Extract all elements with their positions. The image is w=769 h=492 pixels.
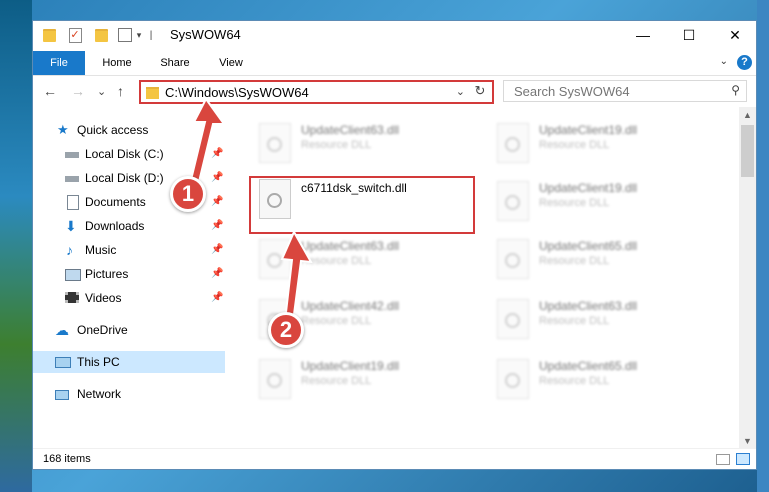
tab-view[interactable]: View	[205, 51, 257, 75]
network-icon	[55, 390, 69, 400]
new-folder-icon[interactable]	[93, 27, 109, 43]
window-title: SysWOW64	[170, 27, 241, 42]
item-count: 168 items	[43, 453, 91, 465]
drive-icon	[65, 176, 79, 182]
desktop-background-left	[0, 0, 32, 492]
back-button[interactable]: ←	[43, 83, 57, 99]
address-folder-icon	[146, 87, 159, 99]
large-icons-view-icon[interactable]	[736, 453, 750, 465]
navigation-bar: ← → ⌄ ↑ C:\Windows\SysWOW64 ⌄ ↻ ⚲	[33, 77, 756, 107]
ribbon-tabs: File Home Share View ⌄ ?	[33, 51, 756, 76]
step-1-badge: 1	[170, 176, 206, 212]
pin-icon[interactable]: 📌	[211, 143, 223, 165]
folder-icon[interactable]	[41, 27, 57, 43]
sidebar-item-local-disk-c[interactable]: Local Disk (C:) 📌	[33, 143, 225, 165]
videos-icon	[65, 292, 79, 303]
vertical-scrollbar[interactable]: ▲ ▼	[739, 107, 756, 449]
scroll-thumb[interactable]	[741, 125, 754, 177]
list-item[interactable]: UpdateClient63.dll Resource DLL	[251, 233, 481, 285]
properties-check-icon[interactable]: ✓	[67, 27, 83, 43]
list-item[interactable]: UpdateClient19.dll Resource DLL	[489, 117, 719, 169]
status-bar: 168 items	[33, 448, 756, 469]
pin-icon[interactable]: 📌	[211, 287, 223, 309]
file-highlight-box	[249, 176, 475, 234]
scroll-down-icon[interactable]: ▼	[743, 436, 752, 446]
address-bar[interactable]: C:\Windows\SysWOW64 ⌄ ↻	[139, 80, 494, 104]
drive-icon	[65, 152, 79, 158]
star-icon: ★	[57, 122, 69, 137]
pictures-icon	[65, 269, 81, 281]
refresh-button[interactable]: ↻	[470, 83, 490, 101]
address-dropdown-icon[interactable]: ⌄	[456, 85, 465, 98]
dll-file-icon	[497, 123, 529, 163]
tab-home[interactable]: Home	[89, 51, 145, 75]
explorer-window: ✓ ▾ | SysWOW64 — ☐ ✕ File Home Share Vie…	[32, 20, 757, 470]
tab-share[interactable]: Share	[147, 51, 203, 75]
sidebar-item-videos[interactable]: Videos 📌	[33, 287, 225, 309]
sidebar-item-onedrive[interactable]: ☁ OneDrive	[33, 319, 225, 341]
sidebar-item-music[interactable]: ♪ Music 📌	[33, 239, 225, 261]
list-item[interactable]: UpdateClient65.dll Resource DLL	[489, 233, 719, 285]
pin-icon[interactable]: 📌	[211, 167, 223, 189]
list-item[interactable]: UpdateClient19.dll Resource DLL	[251, 353, 481, 405]
sidebar-item-this-pc[interactable]: This PC	[33, 351, 225, 373]
customize-toolbar-chevron-icon[interactable]: ▾	[133, 27, 145, 43]
dll-file-icon	[497, 359, 529, 399]
music-icon: ♪	[66, 242, 73, 258]
pin-icon[interactable]: 📌	[211, 191, 223, 213]
properties-icon[interactable]	[117, 27, 133, 43]
file-list: UpdateClient63.dll Resource DLL c6711dsk…	[229, 107, 741, 447]
step-2-badge: 2	[268, 312, 304, 348]
computer-icon	[55, 357, 71, 368]
sidebar-item-pictures[interactable]: Pictures 📌	[33, 263, 225, 285]
title-bar: ✓ ▾ | SysWOW64 — ☐ ✕	[33, 21, 756, 49]
search-box[interactable]: ⚲	[503, 80, 747, 102]
dll-file-icon	[259, 359, 291, 399]
close-button[interactable]: ✕	[712, 21, 756, 49]
search-input[interactable]	[512, 83, 716, 100]
minimize-button[interactable]: —	[620, 21, 666, 49]
maximize-button[interactable]: ☐	[666, 21, 712, 49]
forward-button[interactable]: →	[71, 83, 85, 99]
dll-file-icon	[497, 239, 529, 279]
tab-file[interactable]: File	[33, 51, 85, 75]
desktop-background-right	[757, 0, 769, 492]
list-item[interactable]: UpdateClient65.dll Resource DLL	[489, 353, 719, 405]
sidebar-item-downloads[interactable]: ⬇ Downloads 📌	[33, 215, 225, 237]
up-button[interactable]: ↑	[117, 83, 124, 99]
sidebar-item-network[interactable]: Network	[33, 383, 225, 405]
dll-file-icon	[497, 181, 529, 221]
list-item[interactable]: UpdateClient63.dll Resource DLL	[489, 293, 719, 345]
recent-locations-button[interactable]: ⌄	[97, 85, 106, 98]
search-icon[interactable]: ⚲	[731, 83, 740, 97]
scroll-up-icon[interactable]: ▲	[743, 110, 752, 120]
list-item[interactable]: UpdateClient19.dll Resource DLL	[489, 175, 719, 227]
separator-line: |	[149, 29, 153, 41]
cloud-icon: ☁	[55, 322, 69, 338]
address-path[interactable]: C:\Windows\SysWOW64	[165, 85, 309, 100]
navigation-pane: ★ Quick access Local Disk (C:) 📌 Local D…	[33, 113, 225, 453]
details-view-icon[interactable]	[716, 454, 730, 465]
pin-icon[interactable]: 📌	[211, 239, 223, 261]
help-icon[interactable]: ?	[737, 55, 752, 70]
pin-icon[interactable]: 📌	[211, 263, 223, 285]
pin-icon[interactable]: 📌	[211, 215, 223, 237]
download-icon: ⬇	[65, 218, 77, 234]
expand-ribbon-icon[interactable]: ⌄	[720, 56, 728, 67]
sidebar-item-quick-access[interactable]: ★ Quick access	[33, 119, 225, 141]
dll-file-icon	[497, 299, 529, 339]
dll-file-icon	[259, 239, 291, 279]
documents-icon	[67, 195, 79, 210]
list-item[interactable]: UpdateClient63.dll Resource DLL	[251, 117, 481, 169]
dll-file-icon	[259, 123, 291, 163]
